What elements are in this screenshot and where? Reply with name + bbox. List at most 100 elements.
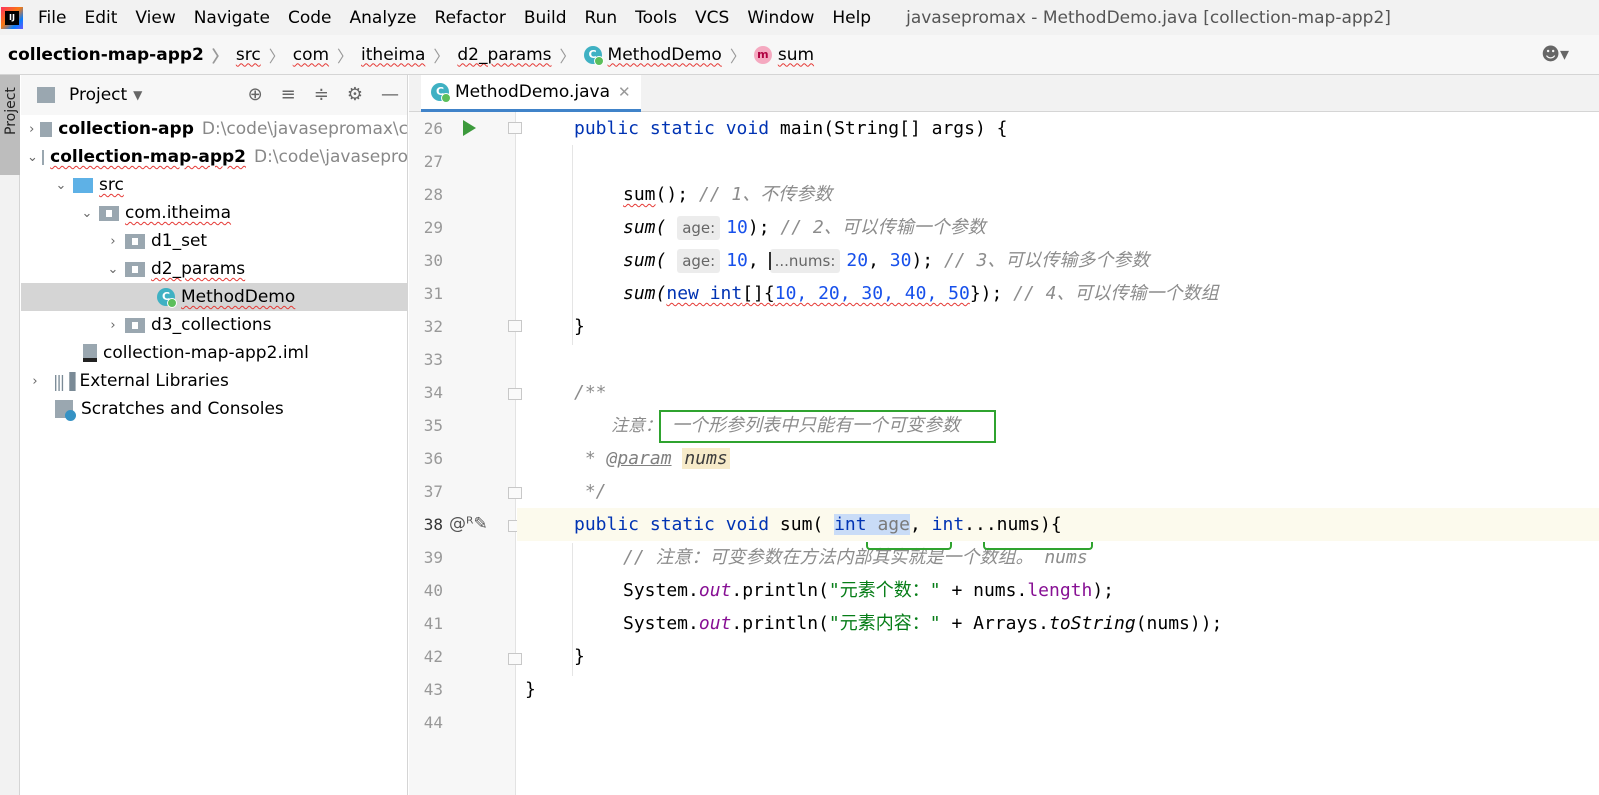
code-string: "元素个数："	[828, 580, 941, 601]
chevron-right-icon[interactable]: ›	[27, 374, 43, 389]
method-icon: m	[753, 45, 772, 64]
annotation-edit-icon[interactable]: @ᴿ✎	[449, 514, 488, 534]
chevron-down-icon[interactable]: ⌄	[79, 206, 95, 221]
chevron-right-icon: 〉	[337, 46, 354, 66]
code-token: public static void	[574, 514, 780, 535]
project-panel: Project ▼ ⊕ ≡ ≑ ⚙ — › collection-app D:\…	[21, 75, 408, 795]
project-view-icon	[37, 87, 55, 103]
breadcrumb-com[interactable]: com 〉	[293, 43, 361, 67]
tree-item-external-libraries[interactable]: › |||▐ External Libraries	[21, 367, 408, 395]
tree-item-label: d3_collections	[151, 315, 272, 335]
project-tool-tab[interactable]: Project	[0, 75, 20, 175]
user-account-icon[interactable]: ☻▾	[1541, 44, 1569, 65]
code-token: (nums));	[1135, 613, 1223, 634]
line-number: 33	[423, 350, 443, 369]
tree-item-methoddemo[interactable]: C MethodDemo	[21, 283, 408, 311]
dropdown-arrow-icon[interactable]: ▼	[133, 88, 142, 102]
menu-build[interactable]: Build	[515, 8, 576, 28]
tree-item-d1-set[interactable]: › d1_set	[21, 227, 408, 255]
tree-item-d3-collections[interactable]: › d3_collections	[21, 311, 408, 339]
breadcrumb-class[interactable]: C MethodDemo 〉	[583, 43, 754, 67]
text-cursor	[769, 252, 771, 270]
locate-icon[interactable]: ⊕	[248, 84, 263, 105]
code-comment: // 4、可以传输一个数组	[1013, 283, 1219, 304]
class-icon: C	[583, 45, 604, 66]
tree-item-path: D:\code\javasepro	[253, 147, 408, 167]
tree-item-collection-map-app2[interactable]: ⌄ collection-map-app2 D:\code\javasepro	[21, 143, 408, 171]
menu-navigate[interactable]: Navigate	[185, 8, 279, 28]
code-token: []{	[742, 283, 775, 304]
menu-code[interactable]: Code	[279, 8, 341, 28]
scratches-icon	[55, 400, 76, 421]
menu-refactor[interactable]: Refactor	[426, 8, 515, 28]
close-icon[interactable]: ✕	[618, 83, 631, 101]
code-token: }	[525, 679, 536, 700]
menu-help[interactable]: Help	[823, 8, 880, 28]
chevron-right-icon[interactable]: ›	[105, 318, 121, 333]
breadcrumb-project[interactable]: collection-map-app2 〉	[8, 43, 236, 67]
code-token: );	[747, 217, 781, 238]
code-token: sum(	[623, 283, 667, 304]
tree-item-scratches[interactable]: Scratches and Consoles	[21, 395, 408, 423]
menu-analyze[interactable]: Analyze	[341, 8, 426, 28]
run-icon[interactable]	[463, 120, 476, 136]
code-comment: // 1、不传参数	[698, 184, 833, 205]
intellij-logo-icon: IJ	[1, 6, 23, 29]
line-number: 37	[423, 482, 443, 501]
breadcrumb-d2-params[interactable]: d2_params 〉	[457, 43, 583, 67]
package-icon	[99, 205, 119, 221]
chevron-right-icon: 〉	[211, 46, 228, 66]
breadcrumb-class-label: MethodDemo	[607, 44, 722, 65]
menu-edit[interactable]: Edit	[75, 8, 126, 28]
tree-item-com-itheima[interactable]: ⌄ com.itheima	[21, 199, 408, 227]
chevron-right-icon[interactable]: ›	[27, 122, 36, 137]
code-line-32: }	[517, 310, 1599, 343]
minimize-icon[interactable]: —	[381, 84, 399, 105]
code-token: sum(	[623, 250, 667, 271]
breadcrumb-itheima[interactable]: itheima 〉	[361, 43, 457, 67]
code-token: out	[698, 613, 732, 634]
code-token: ...nums){	[964, 514, 1062, 535]
code-token: System.	[623, 580, 699, 601]
gear-icon[interactable]: ⚙	[347, 84, 363, 105]
breadcrumb-src[interactable]: src 〉	[236, 43, 293, 67]
code-comment: // 2、可以传输一个参数	[780, 217, 986, 238]
libraries-icon: |||▐	[53, 371, 76, 391]
tree-item-collection-app[interactable]: › collection-app D:\code\javasepromax\c	[21, 115, 408, 143]
menu-tools[interactable]: Tools	[626, 8, 686, 28]
line-number: 42	[423, 647, 443, 666]
code-string: "元素内容："	[828, 613, 941, 634]
menu-view[interactable]: View	[126, 8, 184, 28]
menu-file[interactable]: File	[29, 8, 75, 28]
code-comment: 注意：	[611, 416, 662, 436]
breadcrumb-project-label: collection-map-app2	[8, 44, 204, 65]
line-number: 31	[423, 284, 443, 303]
code-line-41: System.out.println("元素内容：" + Arrays.toSt…	[517, 607, 1599, 640]
chevron-down-icon[interactable]: ⌄	[105, 262, 121, 277]
tree-item-d2-params[interactable]: ⌄ d2_params	[21, 255, 408, 283]
tree-item-iml[interactable]: collection-map-app2.iml	[21, 339, 408, 367]
code-comment: /**	[574, 382, 607, 403]
chevron-down-icon[interactable]: ⌄	[53, 178, 69, 193]
project-panel-title[interactable]: Project	[69, 85, 127, 105]
line-number: 38	[423, 515, 443, 534]
breadcrumb: collection-map-app2 〉 src 〉 com 〉 itheima 〉 …	[0, 35, 1599, 75]
collapse-all-icon[interactable]: ≑	[314, 84, 329, 105]
editor-tab-bar: C MethodDemo.java ✕	[409, 75, 1599, 112]
tree-item-src[interactable]: ⌄ src	[21, 171, 408, 199]
line-number: 30	[423, 251, 443, 270]
code-line-34: /**	[517, 376, 1599, 409]
menu-window[interactable]: Window	[738, 8, 823, 28]
menu-vcs[interactable]: VCS	[686, 8, 738, 28]
expand-all-icon[interactable]: ≡	[281, 84, 296, 105]
code-token: + nums.	[940, 580, 1028, 601]
window-title: javasepromax - MethodDemo.java [collecti…	[906, 7, 1391, 28]
breadcrumb-method[interactable]: m sum	[753, 45, 814, 65]
chevron-right-icon: 〉	[559, 46, 576, 66]
line-number: 44	[423, 713, 443, 732]
chevron-right-icon[interactable]: ›	[105, 234, 121, 249]
tab-methoddemo[interactable]: C MethodDemo.java ✕	[421, 75, 641, 112]
module-folder-icon	[40, 121, 53, 137]
chevron-down-icon[interactable]: ⌄	[27, 150, 38, 165]
menu-run[interactable]: Run	[576, 8, 627, 28]
